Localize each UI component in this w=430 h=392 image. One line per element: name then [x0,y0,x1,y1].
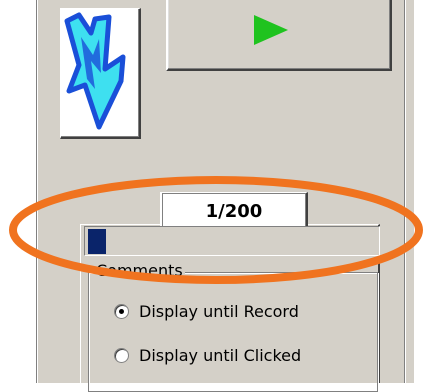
download-button[interactable] [60,8,141,139]
progress-fill [88,229,106,254]
counter-tab[interactable]: 1/200 [160,192,308,229]
radio-display-until-clicked[interactable]: Display until Clicked [114,346,301,365]
radio-label-clicked: Display until Clicked [139,346,302,365]
panel-left-border [36,0,38,383]
down-arrow-icon [64,12,126,130]
counter-text: 1/200 [205,200,263,222]
play-button[interactable] [166,0,392,71]
radio-label-record: Display until Record [139,302,299,321]
panel-right-border [404,0,412,383]
progress-bar [84,226,380,256]
comments-label: Comments [94,261,185,280]
play-icon [254,15,288,45]
comments-group [88,272,378,392]
radio-display-until-record[interactable]: Display until Record [114,302,299,321]
radio-button-unselected[interactable] [114,348,129,363]
radio-button-selected[interactable] [114,304,129,319]
